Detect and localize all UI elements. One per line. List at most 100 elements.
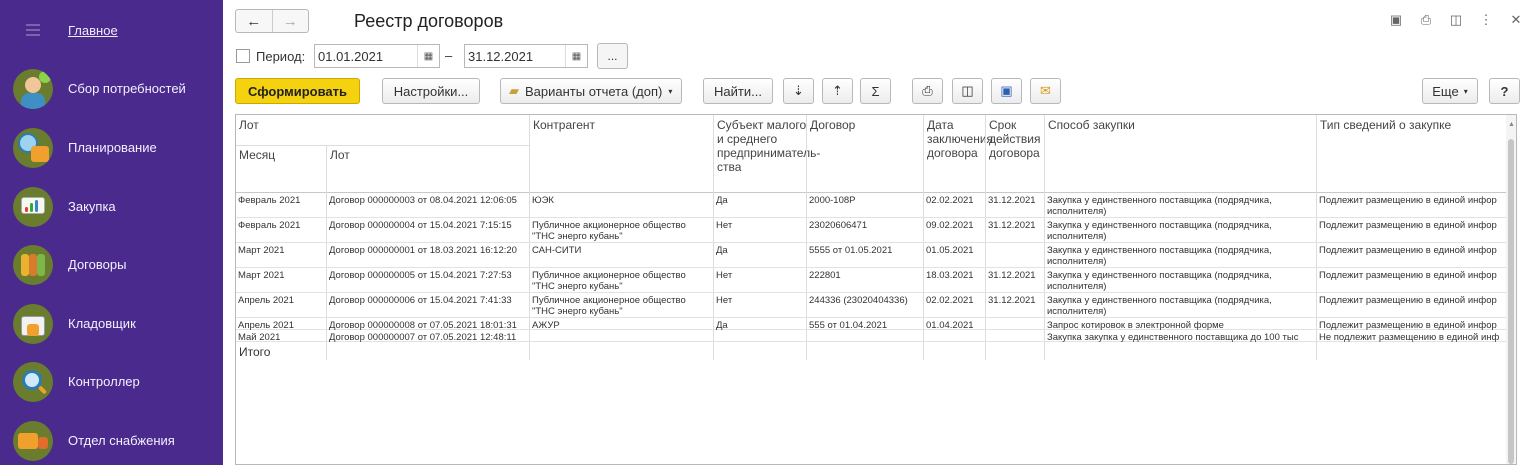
cell-cp: САН-СИТИ (532, 245, 582, 256)
preview-icon[interactable]: ◫ (952, 78, 983, 104)
table-row[interactable]: Апрель 2021 Договор 000000006 от 15.04.20… (236, 293, 1506, 318)
vertical-scrollbar[interactable]: ▲ (1506, 115, 1516, 464)
sidebar-item-controller[interactable]: Контроллер (0, 354, 223, 410)
window-controls: ▣ ⎙ ◫ ⋮ ✕ (1388, 12, 1524, 28)
sidebar-item-planning[interactable]: Планирование (0, 120, 223, 176)
find-button[interactable]: Найти... (703, 78, 773, 104)
save-icon[interactable]: ▣ (1388, 12, 1404, 28)
print-icon[interactable]: ⎙ (1418, 12, 1434, 28)
period-label: Период: (256, 49, 306, 64)
cell-date: 18.03.2021 (926, 270, 974, 281)
sort-desc-icon[interactable]: ⇣ (783, 78, 814, 104)
more-vertical-icon[interactable]: ⋮ (1478, 12, 1494, 28)
back-button[interactable]: ← (236, 10, 272, 32)
cell-cp: Публичное акционерное общество "ТНС энер… (532, 270, 686, 292)
report-table[interactable]: Лот Месяц Лот Контрагент Субъект малого … (235, 114, 1517, 465)
header-date: Дата заключения договора (927, 118, 994, 160)
scroll-thumb[interactable] (1508, 139, 1514, 464)
sidebar-item-home[interactable]: Главное (68, 23, 118, 38)
period-dash: – (445, 48, 453, 63)
cell-info: Подлежит размещению в единой инфор (1319, 270, 1497, 281)
cell-lot: Договор 000000007 от 07.05.2021 12:48:11 (329, 332, 517, 343)
print-icon[interactable]: ⎙ (912, 78, 943, 104)
report-window: ← → Реестр договоров ▣ ⎙ ◫ ⋮ ✕ Период: 0… (223, 0, 1536, 465)
sidebar-item-storekeeper[interactable]: Кладовщик (0, 296, 223, 352)
period-checkbox[interactable] (236, 49, 250, 63)
cell-term: 31.12.2021 (988, 220, 1036, 231)
cell-lot: Договор 000000006 от 15.04.2021 7:41:33 (329, 295, 512, 306)
header-method: Способ закупки (1048, 118, 1135, 132)
period-select-button[interactable]: ... (597, 43, 628, 69)
chevron-down-icon: ▾ (668, 86, 673, 96)
total-label: Итого (239, 345, 271, 359)
navigation-buttons: ← → (235, 9, 309, 33)
table-row[interactable]: Февраль 2021 Договор 000000004 от 15.04.2… (236, 218, 1506, 243)
sidebar-item-contracts[interactable]: Договоры (0, 237, 223, 293)
cell-smb: Нет (716, 220, 733, 231)
header-smb: Субъект малого и среднего предпринимател… (717, 118, 821, 174)
close-icon[interactable]: ✕ (1508, 12, 1524, 28)
period-to-value: 31.12.2021 (468, 49, 534, 64)
sum-icon[interactable]: Σ (860, 78, 891, 104)
table-row[interactable]: Март 2021 Договор 000000005 от 15.04.2021… (236, 268, 1506, 293)
generate-button[interactable]: Сформировать (235, 78, 360, 104)
cell-lot: Договор 000000004 от 15.04.2021 7:15:15 (329, 220, 512, 231)
table-row[interactable]: Март 2021 Договор 000000001 от 18.03.2021… (236, 243, 1506, 268)
header-term: Срок действия договора (989, 118, 1041, 160)
cell-month: Апрель 2021 (238, 295, 294, 306)
table-row[interactable]: Апрель 2021 Договор 000000008 от 07.05.20… (236, 318, 1506, 331)
sidebar-item-needs[interactable]: Сбор потребностей (0, 61, 223, 117)
cell-method: Закупка закупка у единственного поставщи… (1047, 332, 1299, 343)
header-lot: Лот (330, 148, 350, 162)
cell-smb: Да (716, 245, 728, 256)
calendar-icon[interactable]: ▦ (565, 45, 587, 67)
scroll-up-icon[interactable]: ▲ (1508, 121, 1515, 128)
menu-icon[interactable] (26, 24, 40, 39)
sidebar-item-label: Договоры (68, 257, 127, 272)
forward-button[interactable]: → (271, 10, 309, 32)
cell-contract: 244336 (23020404336) (809, 295, 908, 306)
preview-icon[interactable]: ◫ (1448, 12, 1464, 28)
table-row[interactable]: Май 2021 Договор 000000007 от 07.05.2021 … (236, 330, 1506, 343)
sort-asc-icon[interactable]: ⇡ (822, 78, 853, 104)
header-info: Тип сведений о закупке (1320, 118, 1452, 132)
period-to-field[interactable]: 31.12.2021 ▦ (464, 44, 588, 68)
help-button[interactable]: ? (1489, 78, 1520, 104)
sidebar-item-label: Кладовщик (68, 316, 136, 331)
cell-info: Подлежит размещению в единой инфор (1319, 220, 1497, 231)
sidebar: Главное Сбор потребностей Планирование З… (0, 0, 223, 465)
cell-month: Март 2021 (238, 270, 285, 281)
sidebar-item-label: Планирование (68, 140, 157, 155)
page-title: Реестр договоров (354, 11, 504, 31)
header-contract: Договор (810, 118, 856, 132)
calendar-icon[interactable]: ▦ (417, 45, 439, 67)
settings-button[interactable]: Настройки... (382, 78, 480, 104)
report-variants-button[interactable]: ▰ Варианты отчета (доп) ▾ (500, 78, 682, 104)
more-button[interactable]: Еще ▾ (1422, 78, 1478, 104)
header-lot-group: Лот (239, 118, 259, 132)
table-header: Лот Месяц Лот Контрагент Субъект малого … (236, 115, 1516, 193)
sidebar-item-supply[interactable]: Отдел снабжения (0, 413, 223, 465)
sidebar-item-purchase[interactable]: Закупка (0, 179, 223, 235)
cell-month: Март 2021 (238, 245, 285, 256)
header-counterparty: Контрагент (533, 118, 596, 132)
chevron-down-icon: ▾ (1463, 86, 1468, 96)
cell-term: 31.12.2021 (988, 195, 1036, 206)
more-label: Еще (1432, 83, 1459, 99)
cell-term: 31.12.2021 (988, 295, 1036, 306)
cell-date: 01.05.2021 (926, 245, 974, 256)
folders-icon (13, 245, 53, 285)
cell-smb: Нет (716, 270, 733, 281)
cell-date: 02.02.2021 (926, 295, 974, 306)
period-from-field[interactable]: 01.01.2021 ▦ (314, 44, 440, 68)
sidebar-item-label: Сбор потребностей (68, 81, 186, 96)
table-row[interactable]: Февраль 2021 Договор 000000003 от 08.04.2… (236, 193, 1506, 218)
cell-date: 02.02.2021 (926, 195, 974, 206)
save-icon[interactable]: ▣ (991, 78, 1022, 104)
sidebar-item-label: Контроллер (68, 374, 140, 389)
cell-info: Не подлежит размещению в единой инф (1319, 332, 1500, 343)
folder-icon: ▰ (509, 83, 519, 98)
cell-lot: Договор 000000001 от 18.03.2021 16:12:20 (329, 245, 517, 256)
cell-month: Февраль 2021 (238, 195, 301, 206)
mail-icon[interactable]: ✉ (1030, 78, 1061, 104)
